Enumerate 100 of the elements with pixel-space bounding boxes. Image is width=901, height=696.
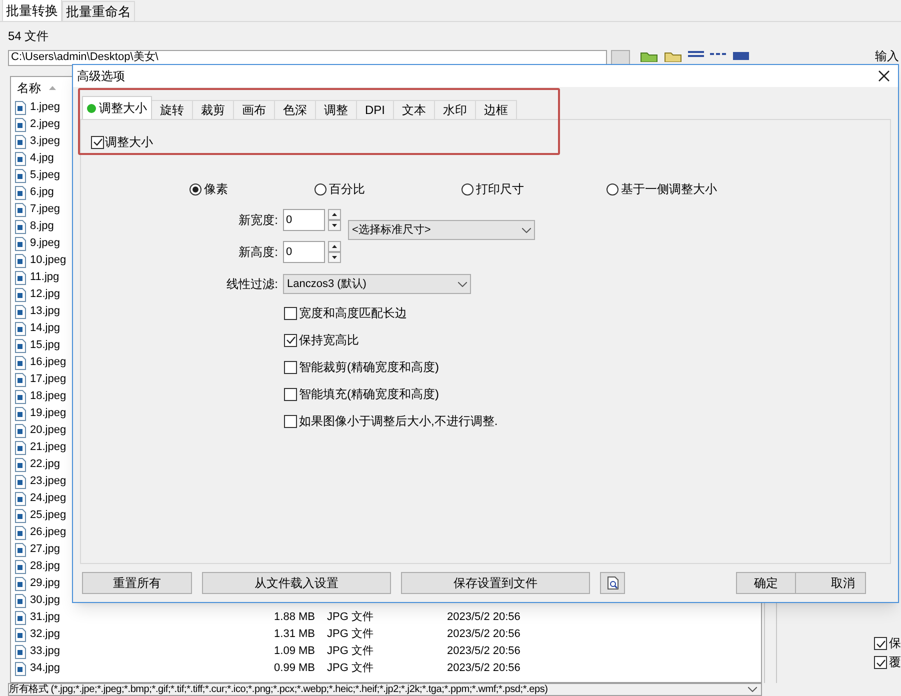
image-file-icon xyxy=(15,594,26,608)
image-file-icon xyxy=(15,390,26,404)
image-file-icon xyxy=(15,134,26,148)
file-size: 1.88 MB xyxy=(273,610,315,626)
file-name[interactable]: 33.jpg xyxy=(30,643,270,660)
grid-icon[interactable] xyxy=(732,50,750,60)
image-file-icon xyxy=(15,508,26,522)
image-file-icon xyxy=(15,118,26,132)
folder-icon[interactable] xyxy=(664,50,682,62)
dialog-button[interactable]: 保存设置到文件 xyxy=(401,572,590,594)
file-name[interactable]: 34.jpg xyxy=(30,660,270,677)
image-file-icon xyxy=(15,152,26,166)
tab[interactable]: 调整大小 xyxy=(82,96,152,119)
filter-dropdown[interactable]: Lanczos3 (默认) xyxy=(283,274,471,294)
file-type: JPG 文件 xyxy=(327,644,374,660)
format-dropdown[interactable]: 所有格式 (*.jpg;*.jpe;*.jpeg;*.bmp;*.gif;*.tif;*.tiff;*.cur;*.ico;*.png;*.pcx;*.webp;*.heic;*.heif;*.jp2;*.j2k;*.tga;*.ppm;*.wmf;*.psd;*.eps) xyxy=(8,683,762,696)
radio-icon[interactable] xyxy=(606,182,619,196)
option-label: 保 xyxy=(889,637,901,650)
file-size: 0.99 MB xyxy=(273,661,315,676)
preview-button[interactable] xyxy=(600,572,625,594)
ok-button[interactable]: 确定 xyxy=(736,572,796,594)
image-file-icon xyxy=(15,440,26,454)
file-count: 54 文件 xyxy=(8,28,49,45)
image-file-icon xyxy=(15,100,26,114)
folder-icon[interactable] xyxy=(640,50,658,62)
tab[interactable]: 画布 xyxy=(234,100,275,119)
image-file-icon xyxy=(15,270,26,284)
tab[interactable]: 水印 xyxy=(435,100,476,119)
file-date: 2023/5/2 20:56 xyxy=(447,661,520,676)
image-file-icon xyxy=(15,474,26,488)
tab[interactable]: 边框 xyxy=(476,100,518,119)
spinner-arrows-icon[interactable] xyxy=(328,241,341,263)
tab[interactable]: 批量重命名 xyxy=(62,1,135,21)
tab[interactable]: 裁剪 xyxy=(193,100,234,119)
image-file-icon xyxy=(15,560,26,574)
tab[interactable]: DPI xyxy=(357,100,394,119)
column-header[interactable]: 名称 xyxy=(17,79,41,97)
tab[interactable]: 文本 xyxy=(394,100,436,119)
image-file-icon xyxy=(15,322,26,336)
tab[interactable]: 调整 xyxy=(316,100,357,119)
file-date: 2023/5/2 20:56 xyxy=(447,610,520,626)
image-file-icon xyxy=(15,424,26,438)
number-field[interactable]: 0 xyxy=(283,209,325,231)
spinner-arrows-icon[interactable] xyxy=(328,209,341,231)
file-date: 2023/5/2 20:56 xyxy=(447,644,520,660)
tab[interactable]: 批量转换 xyxy=(2,0,62,21)
checkbox[interactable] xyxy=(874,637,887,650)
preset-dropdown[interactable]: <选择标准尺寸> xyxy=(348,220,535,240)
image-file-icon xyxy=(15,202,26,216)
image-file-icon xyxy=(15,254,26,268)
checkbox[interactable] xyxy=(91,136,104,148)
tab[interactable]: 旋转 xyxy=(152,100,193,119)
close-icon[interactable] xyxy=(878,70,890,82)
chevron-down-icon xyxy=(522,228,531,232)
checkbox[interactable] xyxy=(284,334,297,346)
option-label: 覆 xyxy=(889,656,901,669)
image-file-icon xyxy=(15,458,26,472)
tab[interactable]: 色深 xyxy=(275,100,316,119)
image-file-icon xyxy=(15,372,26,386)
image-file-icon xyxy=(15,576,26,590)
preview-icon xyxy=(606,576,618,590)
radio-button[interactable]: 百分比 xyxy=(314,180,365,198)
checkbox[interactable] xyxy=(284,388,297,400)
checkbox[interactable] xyxy=(284,360,297,374)
option-label: 智能裁剪(精确宽度和高度) xyxy=(299,359,439,376)
file-size: 1.09 MB xyxy=(273,644,315,660)
checkbox[interactable] xyxy=(284,306,297,320)
image-file-icon xyxy=(15,186,26,200)
radio-icon[interactable] xyxy=(461,182,474,196)
filter-label: 线性过滤: xyxy=(226,276,279,293)
checkbox[interactable] xyxy=(874,656,887,669)
option-label: 如果图像小于调整后大小,不进行调整. xyxy=(299,413,498,430)
chevron-down-icon xyxy=(458,282,467,286)
radio-button[interactable]: 基于一侧调整大小 xyxy=(606,180,717,198)
cancel-button[interactable]: 取消 xyxy=(796,572,866,594)
image-file-icon xyxy=(15,610,26,624)
image-file-icon xyxy=(15,304,26,318)
image-file-icon xyxy=(15,492,26,506)
status-dot-icon xyxy=(87,104,96,112)
resize-checkbox[interactable]: 调整大小 xyxy=(91,133,153,151)
file-type: JPG 文件 xyxy=(327,660,374,676)
image-file-icon xyxy=(15,644,26,658)
file-type: JPG 文件 xyxy=(327,626,374,642)
list-icon[interactable] xyxy=(688,50,704,60)
radio-button[interactable]: 像素 xyxy=(189,180,228,198)
dialog-button[interactable]: 从文件载入设置 xyxy=(202,572,391,594)
option-label: 智能填充(精确宽度和高度) xyxy=(299,386,439,403)
file-name[interactable]: 32.jpg xyxy=(30,626,270,643)
chevron-down-icon xyxy=(748,687,757,692)
dialog-button[interactable]: 重置所有 xyxy=(82,572,192,594)
image-file-icon xyxy=(15,542,26,556)
file-name[interactable]: 31.jpg xyxy=(30,609,270,626)
radio-icon[interactable] xyxy=(189,182,202,196)
image-file-icon xyxy=(15,168,26,182)
field-label: 新高度: xyxy=(238,244,279,261)
radio-button[interactable]: 打印尺寸 xyxy=(461,180,524,198)
radio-icon[interactable] xyxy=(314,182,327,196)
image-file-icon xyxy=(15,406,26,420)
number-field[interactable]: 0 xyxy=(283,241,325,263)
checkbox[interactable] xyxy=(284,414,297,428)
